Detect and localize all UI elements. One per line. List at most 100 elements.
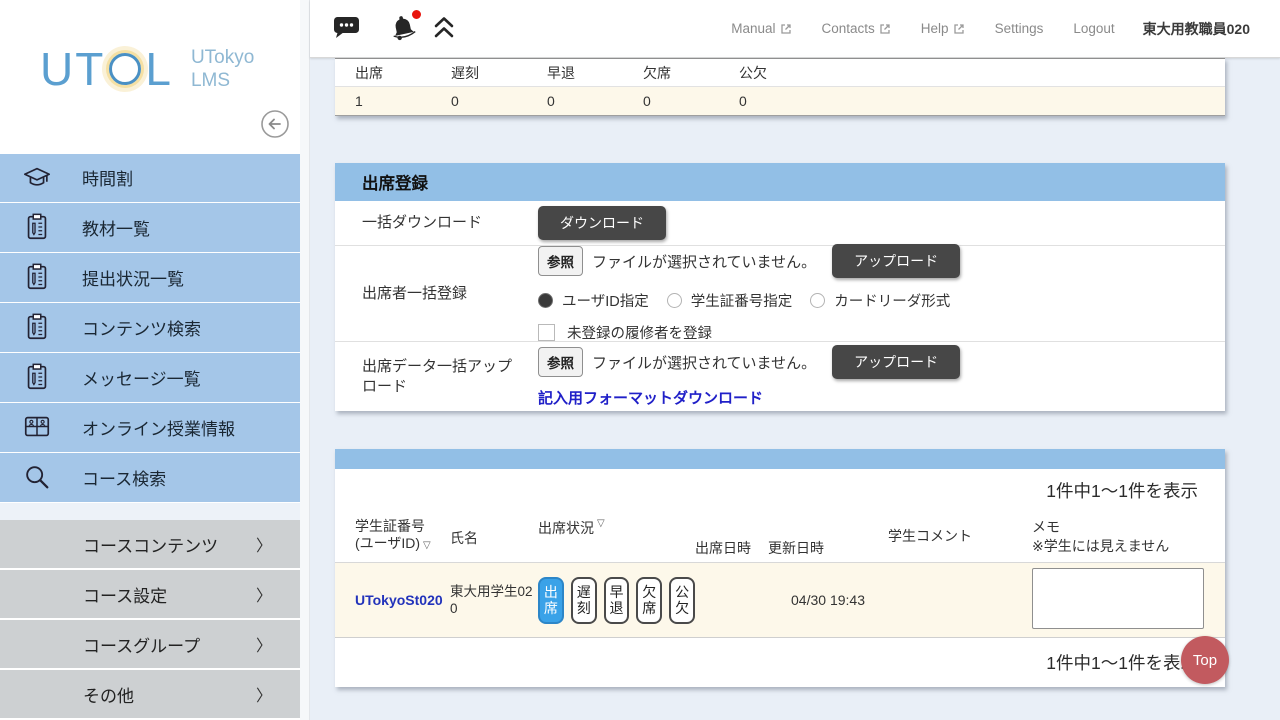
column-note: ※学生には見えません [1032, 537, 1169, 556]
help-link-label: Help [921, 21, 949, 36]
chevron-right-icon: 〉 [256, 682, 272, 706]
result-count: 1件中1〜1件を表示 [335, 469, 1225, 511]
sidebar-item-online-class[interactable]: オンライン授業情報 [0, 403, 300, 453]
radio-student-number[interactable] [667, 293, 682, 308]
attendee-bulk-register-row: 出席者一括登録 参照 ファイルが選択されていません。 アップロード ユーザID指… [335, 246, 1225, 342]
settings-link[interactable]: Settings [995, 21, 1044, 36]
section-header: 出席登録 [335, 163, 1225, 201]
download-button[interactable]: ダウンロード [538, 206, 666, 240]
chevron-right-icon: 〉 [256, 532, 272, 556]
menu-item-label: その他 [83, 682, 134, 707]
contacts-link-label: Contacts [822, 21, 875, 36]
sidebar-item-timetable[interactable]: 時間割 [0, 153, 300, 203]
sidebar: U T L UTokyo LMS [0, 0, 300, 720]
column-attendance-status[interactable]: 出席状況 ▽ [538, 511, 695, 562]
search-icon [22, 462, 52, 492]
double-chevron-up-icon [432, 14, 456, 40]
status-button-late[interactable]: 遅刻 [571, 577, 597, 624]
bulk-download-row: 一括ダウンロード ダウンロード [335, 201, 1225, 246]
upload-button[interactable]: アップロード [832, 244, 960, 278]
contacts-link[interactable]: Contacts [822, 21, 891, 36]
upload-button[interactable]: アップロード [832, 345, 960, 379]
cell-attended-at [695, 563, 768, 637]
logo-letter: L [145, 42, 173, 96]
sidebar-item-course-contents[interactable]: コースコンテンツ 〉 [0, 520, 300, 570]
radio-card-reader[interactable] [810, 293, 825, 308]
bulk-download-label: 一括ダウンロード [335, 201, 538, 245]
clipboard-icon [22, 262, 52, 292]
summary-header-row: 出席 遅刻 早退 欠席 公欠 [335, 59, 1225, 87]
logo-letter: T [75, 42, 105, 96]
sidebar-item-course-settings[interactable]: コース設定 〉 [0, 570, 300, 620]
sidebar-item-others[interactable]: その他 〉 [0, 670, 300, 720]
manual-link-label: Manual [731, 21, 775, 36]
summary-value: 0 [431, 87, 527, 115]
collapse-header-button[interactable] [432, 14, 456, 43]
menu-item-label: コースグループ [83, 632, 200, 657]
status-button-present[interactable]: 出席 [538, 577, 564, 624]
sidebar-item-label: 提出状況一覧 [82, 265, 184, 290]
summary-value: 0 [719, 87, 815, 115]
status-button-excused[interactable]: 公欠 [669, 577, 695, 624]
help-link[interactable]: Help [921, 21, 965, 36]
notifications-button[interactable] [388, 12, 418, 45]
memo-textarea[interactable] [1032, 568, 1204, 629]
table-row: UTokyoSt020 東大用学生020 出席 遅刻 早退 欠席 公欠 04/3… [335, 563, 1225, 638]
radio-card-reader-label: カードリーダ形式 [834, 290, 950, 311]
logo-subtitle-line2: LMS [191, 69, 254, 92]
sidebar-item-content-search[interactable]: コンテンツ検索 [0, 303, 300, 353]
back-arrow-icon [260, 109, 290, 139]
logout-link[interactable]: Logout [1073, 21, 1114, 36]
sidebar-item-course-search[interactable]: コース検索 [0, 453, 300, 503]
status-button-early-leave[interactable]: 早退 [604, 577, 630, 624]
column-updated-at: 更新日時 [768, 511, 888, 562]
manual-link[interactable]: Manual [731, 21, 791, 36]
register-unregistered-checkbox[interactable] [538, 324, 555, 341]
student-id-link[interactable]: UTokyoSt020 [355, 592, 443, 608]
scroll-to-top-button[interactable]: Top [1181, 636, 1229, 684]
column-label: 更新日時 [768, 538, 824, 562]
browse-file-button[interactable]: 参照 [538, 347, 583, 377]
file-select-line: 参照 ファイルが選択されていません。 アップロード [538, 345, 960, 379]
chat-bubble-icon [333, 15, 360, 39]
sort-icon[interactable]: ▽ [597, 518, 605, 562]
sidebar-item-label: コンテンツ検索 [82, 315, 201, 340]
sidebar-item-course-group[interactable]: コースグループ 〉 [0, 620, 300, 670]
column-student-id[interactable]: 学生証番号 (ユーザID)▽ [355, 511, 450, 562]
column-student-comment: 学生コメント [888, 511, 1032, 562]
sidebar-nav: 時間割 教材一覧 提出状況一覧 [0, 153, 300, 503]
messages-button[interactable] [333, 15, 360, 42]
file-select-line: 参照 ファイルが選択されていません。 アップロード [538, 244, 968, 278]
browse-file-button[interactable]: 参照 [538, 246, 583, 276]
logout-link-label: Logout [1073, 21, 1114, 36]
bulk-download-controls: ダウンロード [538, 201, 666, 245]
summary-header: 公欠 [719, 59, 815, 86]
sidebar-item-messages[interactable]: メッセージ一覧 [0, 353, 300, 403]
format-download-link[interactable]: 記入用フォーマットダウンロード [538, 387, 960, 408]
sidebar-item-label: 教材一覧 [82, 215, 150, 240]
table-header-bar [335, 449, 1225, 469]
attendance-data-upload-row: 出席データ一括アップロード 参照 ファイルが選択されていません。 アップロード … [335, 342, 1225, 411]
cell-name: 東大用学生020 [450, 563, 538, 637]
main-area: Manual Contacts Help [310, 0, 1280, 720]
summary-header: 早退 [527, 59, 623, 86]
cell-student-id: UTokyoSt020 [355, 563, 450, 637]
status-button-absent[interactable]: 欠席 [636, 577, 662, 624]
no-file-selected-text: ファイルが選択されていません。 [592, 251, 816, 272]
column-name: 氏名 [450, 511, 538, 562]
sidebar-collapse-button[interactable] [260, 109, 290, 139]
sidebar-item-submissions[interactable]: 提出状況一覧 [0, 253, 300, 303]
scrollbar-track[interactable] [300, 0, 310, 720]
sidebar-item-label: 時間割 [82, 165, 133, 190]
attendance-data-upload-label-text: 出席データ一括アップロード [362, 357, 512, 396]
graduation-cap-icon [22, 163, 52, 193]
column-label: 出席日時 [695, 538, 751, 562]
bulk-download-label-text: 一括ダウンロード [362, 213, 512, 233]
column-label: 学生コメント [888, 526, 972, 562]
topbar: Manual Contacts Help [310, 0, 1280, 58]
sort-icon[interactable]: ▽ [423, 540, 431, 551]
radio-user-id[interactable] [538, 293, 553, 308]
sidebar-item-materials[interactable]: 教材一覧 [0, 203, 300, 253]
student-attendance-table: 1件中1〜1件を表示 学生証番号 (ユーザID)▽ 氏名 出席状況 ▽ [335, 449, 1225, 687]
column-label: メモ [1032, 518, 1169, 537]
